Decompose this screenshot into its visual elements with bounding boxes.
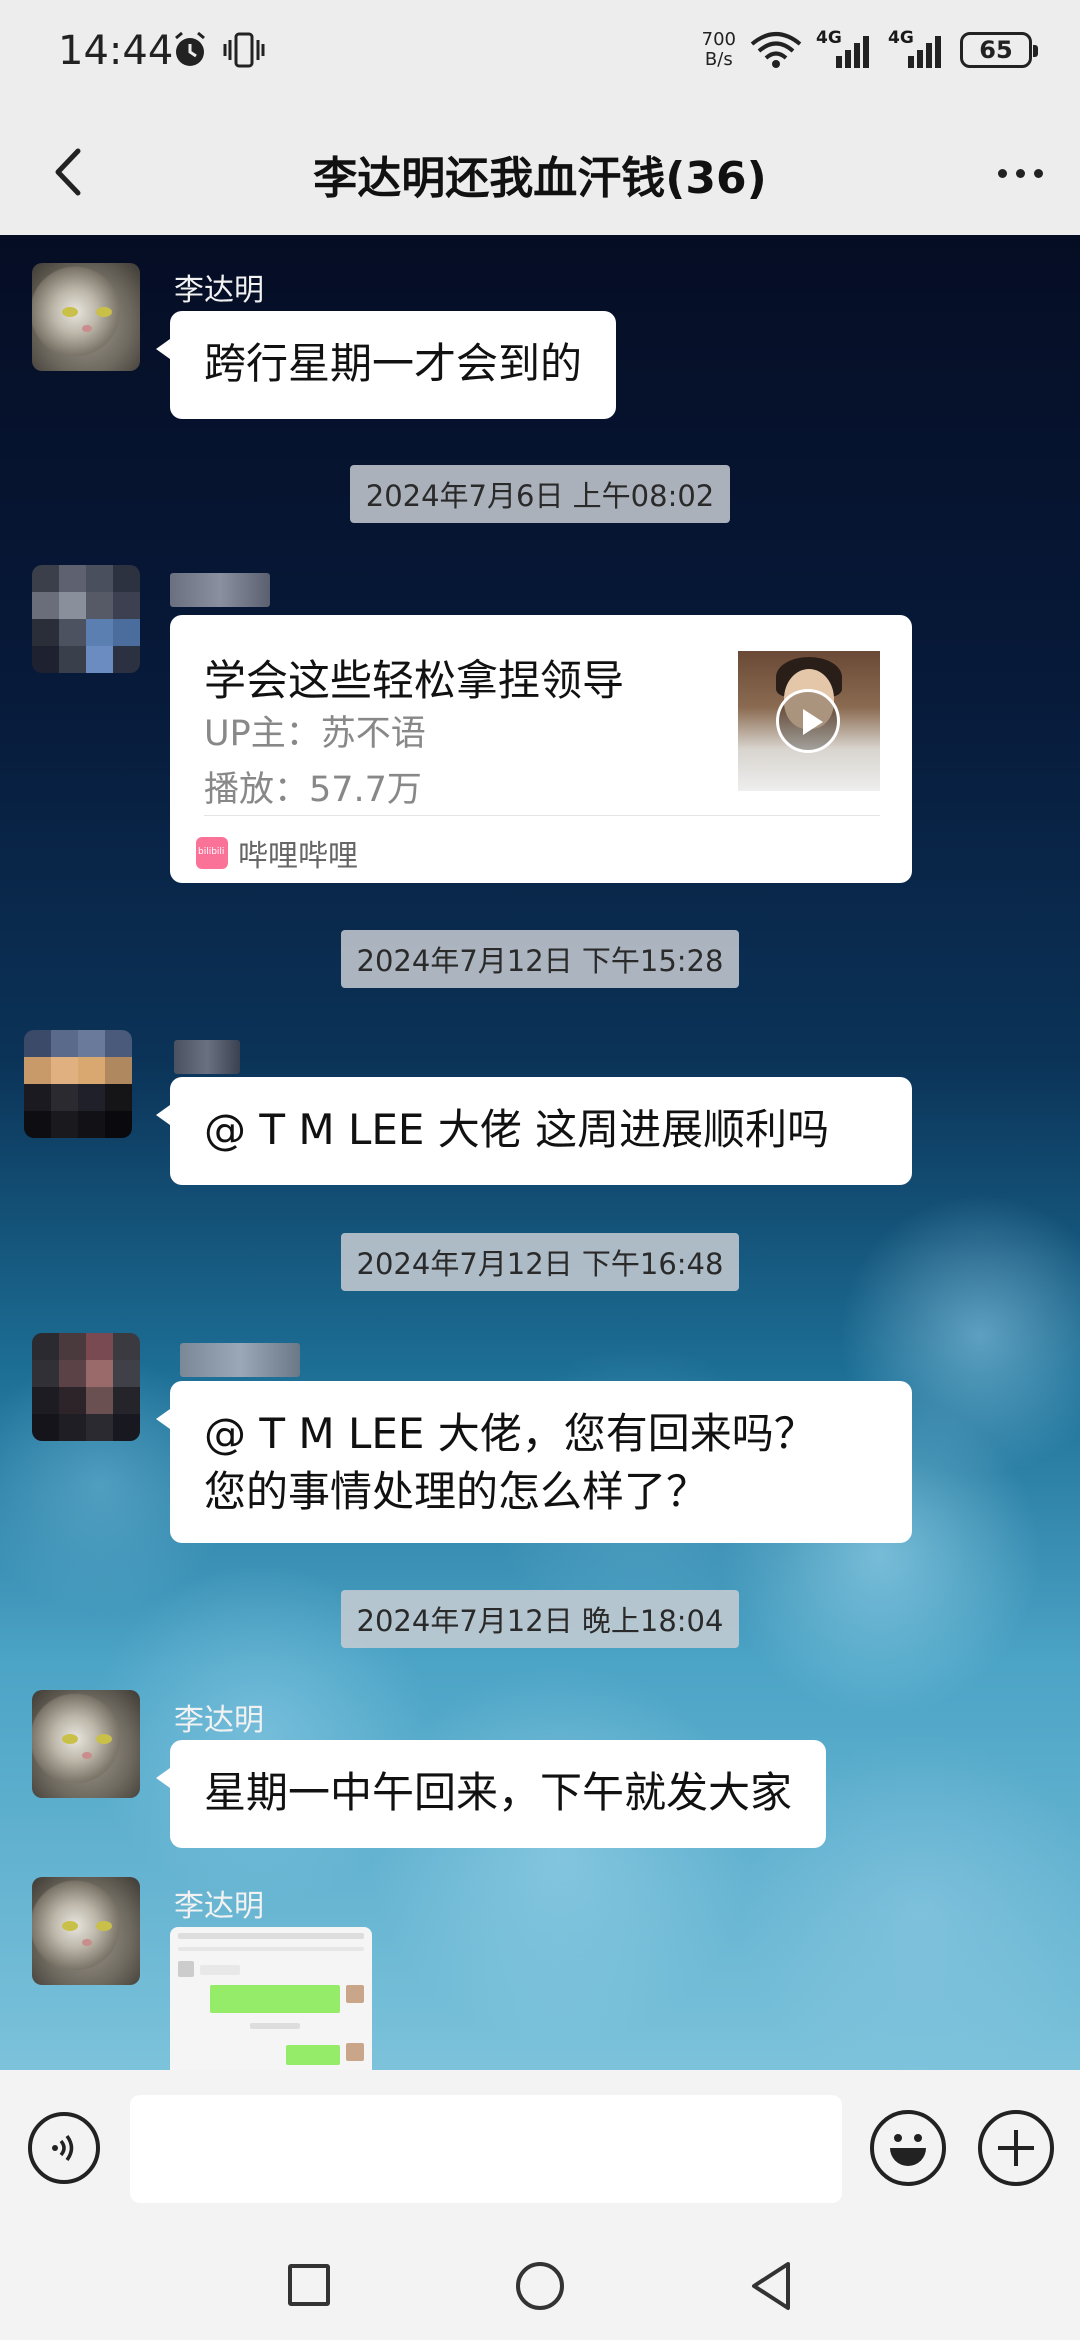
message-input[interactable] (130, 2095, 842, 2203)
sender-name-blurred (180, 1343, 300, 1377)
nav-back-button[interactable] (748, 2260, 796, 2312)
sender-name-blurred (170, 573, 270, 607)
sender-name: 李达明 (174, 1889, 264, 1924)
status-right-icons: 700 B/s 4G 4G 65 (702, 28, 1038, 70)
video-thumbnail (738, 651, 880, 791)
cell-signal-2-icon: 4G (888, 28, 948, 70)
emoji-icon (894, 2134, 902, 2142)
sender-name-blurred (174, 1040, 240, 1074)
status-bar: 14:44 700 B/s 4G 4G 65 (0, 0, 1080, 110)
home-button[interactable] (516, 2262, 564, 2310)
net-speed: 700 B/s (702, 30, 736, 70)
avatar[interactable] (32, 565, 140, 673)
play-icon (776, 689, 840, 753)
avatar[interactable] (32, 1333, 140, 1441)
status-left-icons (170, 30, 266, 70)
video-share-card[interactable]: 学会这些轻松拿捏领导 UP主：苏不语 播放：57.7万 哔哩哔哩 (170, 615, 912, 883)
plus-button[interactable] (978, 2110, 1054, 2186)
cell-signal-1-icon: 4G (816, 28, 876, 70)
chat-title: 李达明还我血汗钱(36) (313, 153, 767, 204)
input-bar (0, 2070, 1080, 2230)
message-bubble[interactable]: 星期一中午回来，下午就发大家 (155, 1740, 827, 1848)
message-line: @ T M LEE 大佬，您有回来吗？ (204, 1409, 816, 1458)
wifi-icon (750, 32, 802, 68)
card-play-count: 播放：57.7万 (204, 770, 422, 810)
message-line: 您的事情处理的怎么样了？ (204, 1467, 709, 1516)
vibrate-icon (223, 32, 265, 68)
voice-icon (52, 2134, 74, 2162)
avatar[interactable] (24, 1030, 132, 1138)
divider (204, 815, 880, 816)
status-time: 14:44 (58, 28, 174, 74)
message-bubble[interactable]: 跨行星期一才会到的 (155, 311, 617, 419)
message-bubble[interactable]: @ T M LEE 大佬 这周进展顺利吗 (156, 1077, 912, 1185)
sender-name: 李达明 (174, 1703, 264, 1738)
chat-area[interactable]: 李达明 跨行星期一才会到的 2024年7月6日 上午08:02 学会这些轻松拿捏… (0, 235, 1080, 2070)
bilibili-icon (196, 837, 228, 869)
recent-apps-button[interactable] (288, 2264, 330, 2306)
timestamp: 2024年7月12日 下午16:48 (0, 1233, 1080, 1291)
more-button[interactable] (988, 148, 1052, 198)
sender-name: 李达明 (174, 273, 264, 308)
avatar[interactable] (32, 263, 140, 371)
avatar[interactable] (32, 1690, 140, 1798)
avatar[interactable] (32, 1877, 140, 1985)
net-speed-unit: B/s (704, 49, 733, 70)
image-message[interactable] (170, 1927, 372, 2070)
message-bubble[interactable]: @ T M LEE 大佬，您有回来吗？ 您的事情处理的怎么样了？ (156, 1381, 912, 1543)
timestamp: 2024年7月6日 上午08:02 (0, 465, 1080, 523)
timestamp: 2024年7月12日 下午15:28 (0, 930, 1080, 988)
card-title: 学会这些轻松拿捏领导 (204, 656, 625, 705)
voice-button[interactable] (28, 2112, 100, 2184)
more-dots-icon (997, 168, 1007, 178)
card-source-label: 哔哩哔哩 (238, 839, 358, 874)
battery-indicator: 65 (960, 32, 1038, 68)
net-speed-value: 700 (701, 29, 736, 50)
emoji-button[interactable] (870, 2110, 946, 2186)
card-source: 哔哩哔哩 (196, 831, 358, 875)
system-nav-bar (0, 2230, 1080, 2340)
card-uploader: UP主：苏不语 (204, 714, 426, 754)
alarm-icon (175, 31, 205, 66)
chat-header: 李达明还我血汗钱(36) (0, 110, 1080, 235)
timestamp: 2024年7月12日 晚上18:04 (0, 1590, 1080, 1648)
